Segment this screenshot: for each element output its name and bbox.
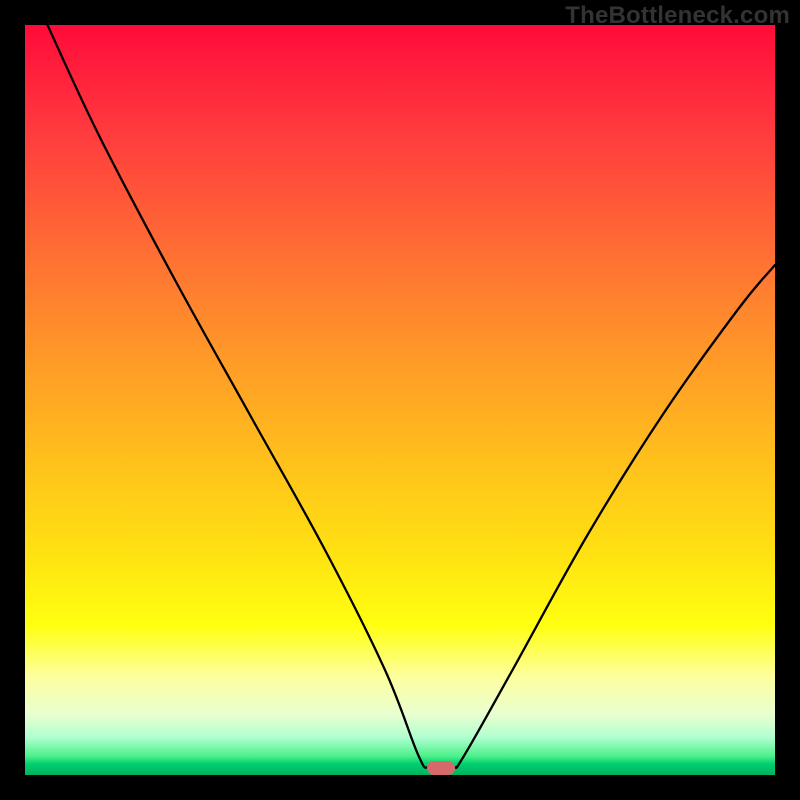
bottleneck-curve <box>25 25 775 775</box>
watermark-text: TheBottleneck.com <box>565 2 790 30</box>
optimum-marker <box>427 761 455 775</box>
curve-path <box>48 25 776 769</box>
chart-frame: TheBottleneck.com <box>0 0 800 800</box>
plot-area <box>25 25 775 775</box>
